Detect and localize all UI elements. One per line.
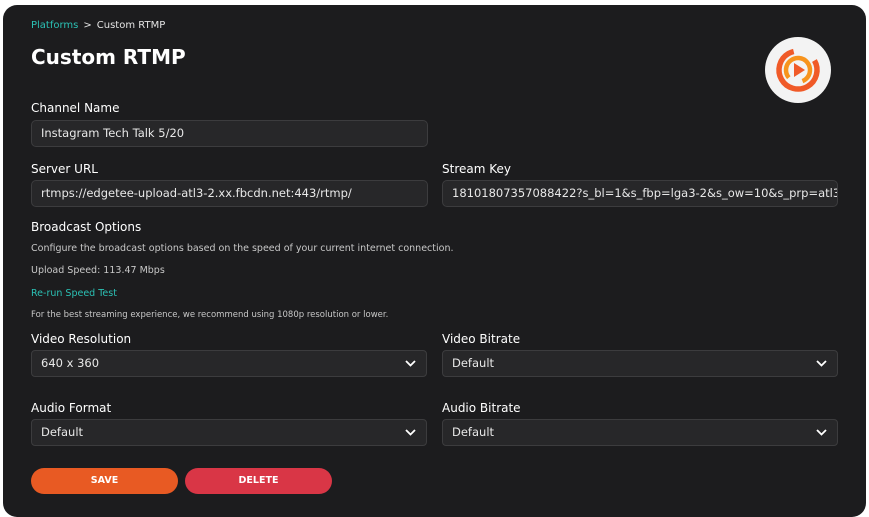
stream-key-value: 18101807357088422?s_bl=1&s_fbp=lga3-2&s_… — [452, 186, 837, 200]
chevron-down-icon — [405, 360, 416, 367]
audio-format-value: Default — [41, 425, 84, 439]
breadcrumb-current: Custom RTMP — [96, 20, 166, 31]
chevron-down-icon — [405, 429, 416, 436]
broadcast-options-title: Broadcast Options — [31, 220, 142, 234]
breadcrumb-separator: > — [83, 20, 92, 31]
breadcrumb: Platforms > Custom RTMP — [31, 20, 165, 31]
audio-format-label: Audio Format — [31, 401, 112, 415]
save-button[interactable]: SAVE — [31, 468, 178, 494]
video-bitrate-value: Default — [452, 356, 495, 370]
streaming-platform-logo-icon — [776, 48, 820, 92]
chevron-down-icon — [816, 429, 827, 436]
video-bitrate-label: Video Bitrate — [442, 332, 521, 346]
channel-name-input[interactable]: Instagram Tech Talk 5/20 — [31, 120, 428, 147]
channel-name-value: Instagram Tech Talk 5/20 — [41, 126, 185, 140]
platform-logo — [765, 37, 831, 103]
audio-bitrate-value: Default — [452, 425, 495, 439]
stream-key-input[interactable]: 18101807357088422?s_bl=1&s_fbp=lga3-2&s_… — [442, 180, 838, 207]
upload-speed-text: Upload Speed: 113.47 Mbps — [31, 265, 165, 276]
server-url-value: rtmps://edgetee-upload-atl3-2.xx.fbcdn.n… — [41, 186, 352, 200]
audio-bitrate-select[interactable]: Default — [442, 419, 838, 446]
broadcast-description: Configure the broadcast options based on… — [31, 243, 454, 254]
chevron-down-icon — [816, 360, 827, 367]
page-title: Custom RTMP — [31, 45, 186, 69]
video-resolution-label: Video Resolution — [31, 332, 132, 346]
delete-button[interactable]: DELETE — [185, 468, 332, 494]
settings-panel: Platforms > Custom RTMP Custom RTMP Channe… — [3, 5, 866, 517]
video-bitrate-select[interactable]: Default — [442, 350, 838, 377]
audio-bitrate-label: Audio Bitrate — [442, 401, 521, 415]
video-resolution-value: 640 x 360 — [41, 356, 100, 370]
video-resolution-select[interactable]: 640 x 360 — [31, 350, 427, 377]
stream-key-label: Stream Key — [442, 162, 511, 176]
resolution-recommendation: For the best streaming experience, we re… — [31, 310, 389, 320]
channel-name-label: Channel Name — [31, 101, 120, 115]
breadcrumb-platforms-link[interactable]: Platforms — [31, 20, 78, 31]
rerun-speed-test-link[interactable]: Re-run Speed Test — [31, 288, 117, 299]
server-url-input[interactable]: rtmps://edgetee-upload-atl3-2.xx.fbcdn.n… — [31, 180, 428, 207]
audio-format-select[interactable]: Default — [31, 419, 427, 446]
server-url-label: Server URL — [31, 162, 98, 176]
